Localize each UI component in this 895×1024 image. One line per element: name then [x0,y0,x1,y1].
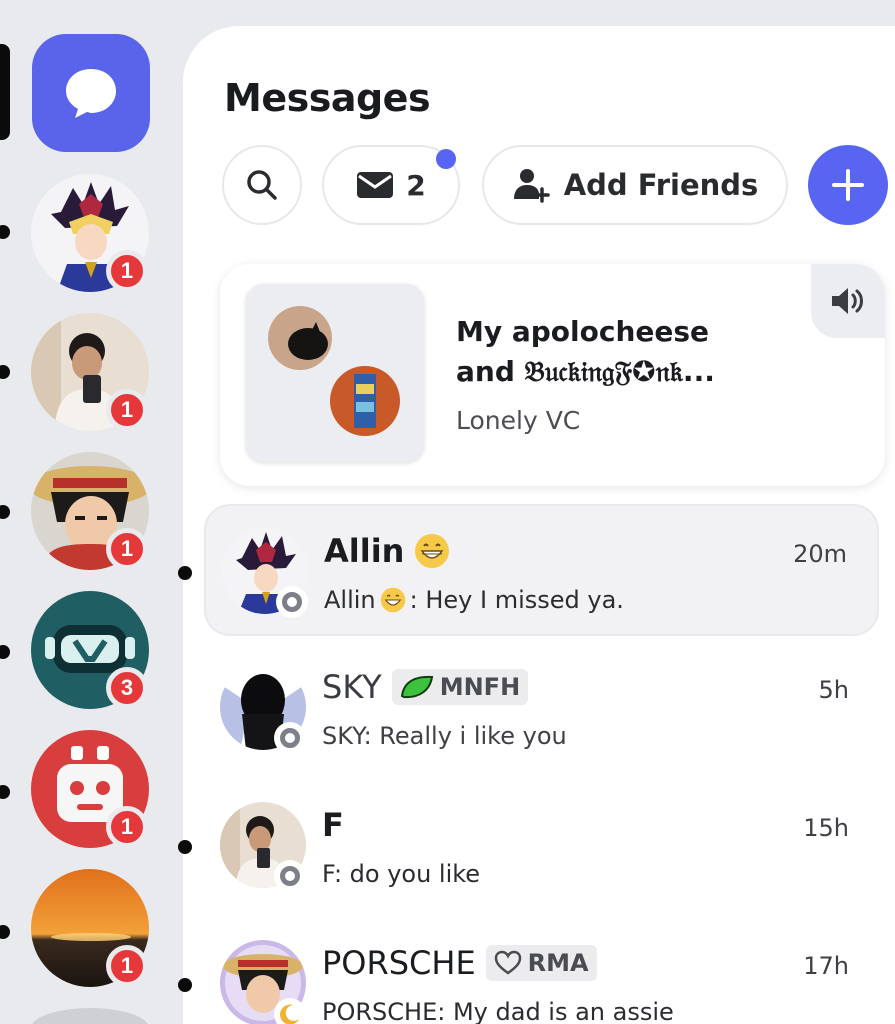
unread-dot [0,645,10,659]
vc-participant-avatar [330,366,400,436]
voice-chat-title-line: and 𝔅𝔲𝔠𝔨𝔦𝔫𝔤𝔉✪𝔫𝔨... [456,355,715,388]
inbox-unread-dot [436,149,456,169]
unread-badge: 1 [106,528,148,570]
timestamp: 17h [803,952,849,980]
message-preview: F: do you like [322,860,481,888]
preview-author: Allin [324,586,376,614]
plus-icon [832,169,864,201]
unread-dot [178,840,192,854]
add-friends-label: Add Friends [563,168,759,202]
conversation-name-text: SKY [322,668,382,706]
unread-dot [0,785,10,799]
status-indicator [276,586,308,618]
conversation-name-text: PORSCHE [322,944,476,982]
timestamp: 5h [818,676,849,704]
unread-badge: 1 [106,250,148,292]
chat-bubble-icon [66,69,116,118]
conversation-row[interactable]: PORSCHE RMA PORSCHE: My dad is an assie … [204,918,879,1024]
conversation-name: PORSCHE RMA [322,944,597,982]
server-tag: MNFH [391,669,529,705]
message-preview: PORSCHE: My dad is an assie [322,998,674,1024]
conversation-name-text: Allin [324,532,405,570]
new-message-button[interactable] [808,145,888,225]
voice-chat-title-line: My apolocheese [456,315,710,348]
timestamp: 15h [803,814,849,842]
server-tag-text: RMA [527,949,589,977]
page-title: Messages [224,76,431,120]
server-tag-text: MNFH [439,673,521,701]
unread-badge: 1 [106,945,148,987]
server-rail: 1 1 1 3 1 1 [0,0,185,1024]
unread-badge: 3 [106,667,148,709]
conversation-name: SKY MNFH [322,668,529,706]
voice-chat-title: My apolocheese and 𝔅𝔲𝔠𝔨𝔦𝔫𝔤𝔉✪𝔫𝔨... [456,312,796,392]
unread-dot [0,365,10,379]
grinning-emoji-icon [415,534,450,568]
message-preview: SKY: Really i like you [322,722,567,750]
search-icon [247,170,277,200]
inbox-count: 2 [406,168,426,202]
conversation-row[interactable]: F F: do you like 15h [204,780,879,912]
envelope-icon [357,172,394,198]
unread-dot [178,978,192,992]
speaker-button[interactable] [811,264,885,338]
conversation-name-text: F [322,806,344,844]
voice-chat-card[interactable]: My apolocheese and 𝔅𝔲𝔠𝔨𝔦𝔫𝔤𝔉✪𝔫𝔨... Lonely… [220,264,885,486]
search-button[interactable] [222,145,302,225]
unread-dot [0,505,10,519]
timestamp: 20m [793,540,847,568]
grinning-emoji-icon [380,587,405,613]
unread-dot [0,225,10,239]
direct-messages-button[interactable] [32,34,150,152]
voice-chat-thumbnail [246,284,424,462]
status-indicator [274,860,306,892]
conversation-row[interactable]: Allin Allin : Hey I missed ya. 20m [204,504,879,636]
idle-status-indicator [274,998,306,1024]
status-indicator [274,722,306,754]
conversation-name: F [322,806,344,844]
inbox-button[interactable]: 2 [322,145,460,225]
conversation-row[interactable]: SKY MNFH SKY: Really i like you 5h [204,642,879,774]
conversation-name: Allin [324,532,450,570]
moon-icon [280,1004,299,1024]
unread-dot [178,566,192,580]
speaker-icon [832,288,863,314]
heart-outline-icon [494,950,521,975]
message-preview: Allin : Hey I missed ya. [324,586,624,614]
add-friends-button[interactable]: Add Friends [482,145,788,225]
voice-chat-subtitle: Lonely VC [456,406,581,435]
unread-badge: 1 [106,806,148,848]
unread-dot [0,925,10,939]
add-friend-icon [513,169,550,203]
preview-text: : Hey I missed ya. [409,586,624,614]
server-tag: RMA [485,945,597,981]
leaf-icon [400,675,433,699]
vc-participant-avatar [268,306,332,370]
server-partial[interactable] [31,1008,149,1024]
selected-indicator [0,44,10,140]
unread-badge: 1 [106,389,148,431]
